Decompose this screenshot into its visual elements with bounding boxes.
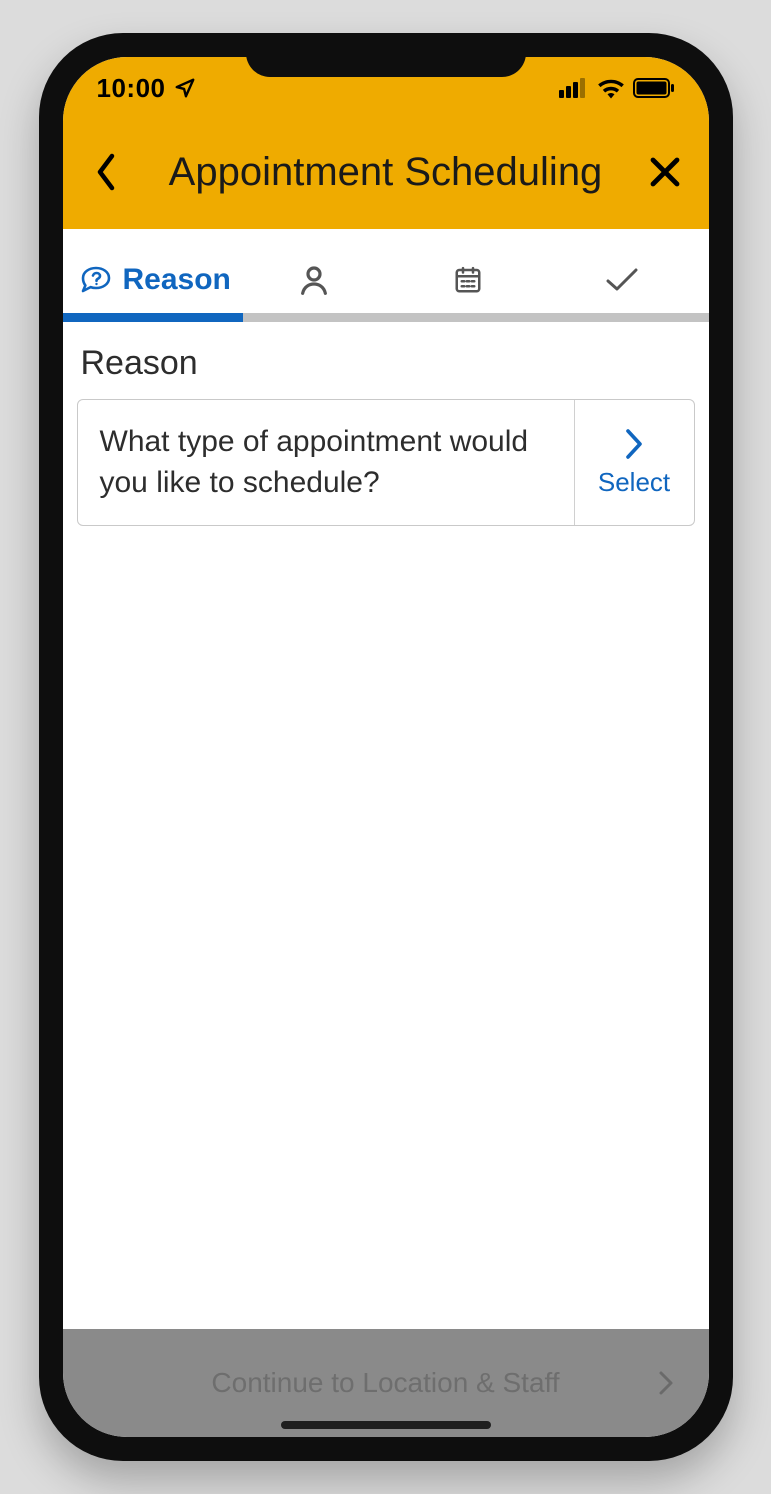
home-indicator [281,1421,491,1429]
step-confirm[interactable] [545,267,699,309]
signal-icon [559,78,589,98]
step-label: Reason [123,263,231,297]
check-icon [605,267,639,293]
card-question: What type of appointment would you like … [78,400,574,525]
select-button[interactable]: Select [574,400,694,525]
close-icon [647,154,683,190]
step-person[interactable] [237,264,391,312]
continue-button[interactable]: Continue to Location & Staff [63,1329,709,1437]
calendar-icon [453,265,483,295]
screen: 10:00 [63,57,709,1437]
person-icon [298,264,330,296]
content-area: Reason What type of appointment would yo… [63,322,709,1329]
page-title: Appointment Scheduling [169,150,603,195]
close-button[interactable] [638,145,692,199]
speech-question-icon [79,265,113,295]
device-notch [246,33,526,77]
continue-label: Continue to Location & Staff [211,1367,559,1399]
select-label: Select [598,467,670,498]
app-header: Appointment Scheduling [63,119,709,229]
chevron-left-icon [93,152,119,192]
device-frame: 10:00 [39,33,733,1461]
step-reason[interactable]: Reason [73,263,237,313]
status-time: 10:00 [97,73,196,104]
location-icon [174,77,196,99]
wifi-icon [597,77,625,99]
appointment-type-card[interactable]: What type of appointment would you like … [77,399,695,526]
chevron-right-icon [657,1369,675,1397]
progress-filled [63,313,244,322]
step-date[interactable] [391,265,545,311]
progress-bar [63,313,709,322]
chevron-right-icon [623,427,645,461]
battery-icon [633,78,675,98]
back-button[interactable] [79,145,133,199]
status-right [559,77,675,99]
status-time-text: 10:00 [97,73,166,104]
stepper: Reason [63,239,709,313]
section-title: Reason [77,338,695,399]
